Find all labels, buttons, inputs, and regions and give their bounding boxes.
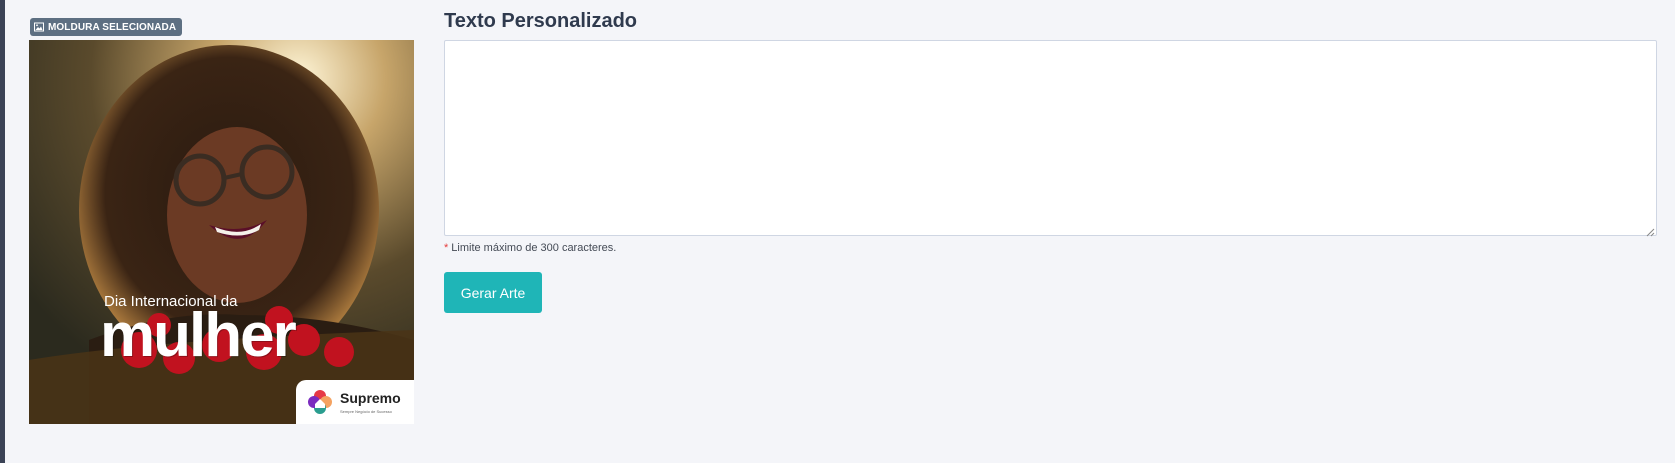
selected-frame-badge: MOLDURA SELECIONADA <box>30 18 183 36</box>
brand-name: Supremo <box>340 390 401 406</box>
brand-logo-icon <box>306 388 334 416</box>
textarea-resize-grip[interactable] <box>1645 224 1655 237</box>
generate-art-button[interactable]: Gerar Arte <box>444 272 542 313</box>
custom-text-title: Texto Personalizado <box>444 10 638 32</box>
custom-text-textarea[interactable] <box>444 40 1657 236</box>
brand-tagline: Sempre Negócio de Sucesso <box>340 409 392 414</box>
selected-frame-preview[interactable]: Dia Internacional da mulher Supremo Semp… <box>29 40 414 424</box>
frame-big-title: mulher <box>100 301 297 370</box>
required-asterisk: * <box>444 242 449 254</box>
left-sidebar-edge <box>0 0 5 463</box>
character-limit-text: Limite máximo de 300 caracteres. <box>451 242 617 254</box>
character-limit-hint: * Limite máximo de 300 caracteres. <box>444 242 616 254</box>
badge-label: MOLDURA SELECIONADA <box>48 21 177 33</box>
image-icon <box>34 22 44 32</box>
brand-logo-box: Supremo Sempre Negócio de Sucesso <box>296 380 414 424</box>
